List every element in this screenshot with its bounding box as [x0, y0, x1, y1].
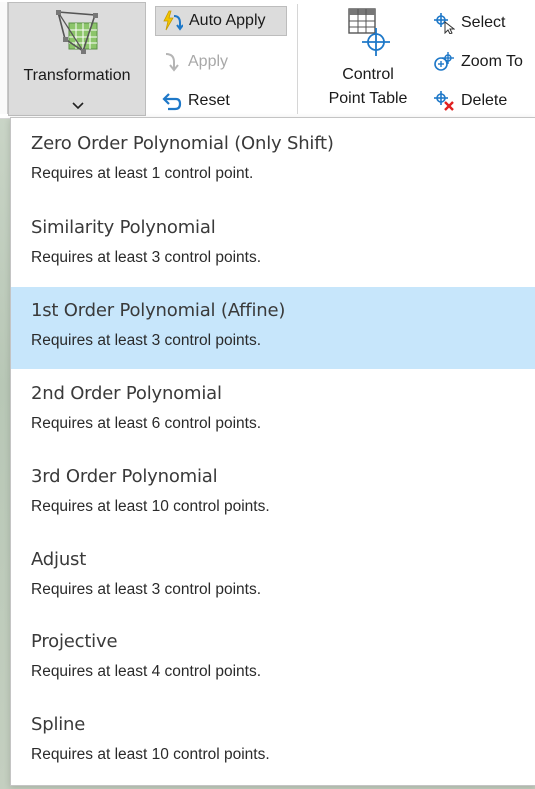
transformation-dropdown-menu: Zero Order Polynomial (Only Shift) Requi… — [10, 117, 535, 786]
menu-item-title: Similarity Polynomial — [31, 217, 216, 238]
apply-label: Apply — [188, 53, 229, 70]
menu-item-subtitle: Requires at least 10 control points. — [31, 746, 270, 763]
select-button[interactable]: Select — [428, 8, 535, 38]
transformation-grid-icon — [55, 9, 101, 60]
menu-item-subtitle: Requires at least 3 control points. — [31, 581, 262, 598]
chevron-down-icon — [72, 97, 84, 115]
menu-item-projective[interactable]: Projective Requires at least 4 control p… — [11, 618, 535, 700]
reset-button[interactable]: Reset — [155, 86, 287, 116]
menu-item-title: Zero Order Polynomial (Only Shift) — [31, 133, 334, 154]
menu-item-subtitle: Requires at least 1 control point. — [31, 165, 254, 182]
menu-item-subtitle: Requires at least 6 control points. — [31, 415, 262, 432]
menu-item-subtitle: Requires at least 4 control points. — [31, 663, 262, 680]
menu-item-zero-order-polynomial[interactable]: Zero Order Polynomial (Only Shift) Requi… — [11, 120, 535, 202]
transformation-label: Transformation — [23, 67, 131, 84]
menu-item-title: Projective — [31, 631, 118, 652]
lightning-arrow-icon — [161, 10, 183, 32]
select-label: Select — [461, 14, 506, 31]
menu-item-subtitle: Requires at least 10 control points. — [31, 498, 270, 515]
menu-item-third-order-polynomial[interactable]: 3rd Order Polynomial Requires at least 1… — [11, 453, 535, 535]
auto-apply-button[interactable]: Auto Apply — [155, 6, 287, 36]
menu-item-subtitle: Requires at least 3 control points. — [31, 249, 262, 266]
ribbon-left-edge — [0, 2, 8, 114]
menu-item-adjust[interactable]: Adjust Requires at least 3 control point… — [11, 536, 535, 618]
control-point-table-label-line1: Control — [342, 66, 394, 83]
zoom-to-button[interactable]: Zoom To — [428, 47, 535, 77]
crosshair-cursor-icon — [433, 12, 455, 34]
menu-item-first-order-polynomial[interactable]: 1st Order Polynomial (Affine) Requires a… — [11, 287, 535, 369]
ribbon-toolbar: Transformation Auto Apply Apply Reset Co… — [0, 0, 535, 119]
control-point-table-button[interactable]: Control Point Table — [322, 4, 418, 114]
menu-item-second-order-polynomial[interactable]: 2nd Order Polynomial Requires at least 6… — [11, 370, 535, 452]
menu-item-spline[interactable]: Spline Requires at least 10 control poin… — [11, 701, 535, 783]
crosshair-delete-icon — [433, 90, 455, 112]
menu-item-subtitle: Requires at least 3 control points. — [31, 332, 262, 349]
zoom-to-label: Zoom To — [461, 53, 523, 70]
zoom-crosshair-icon — [433, 51, 455, 73]
menu-item-title: 1st Order Polynomial (Affine) — [31, 300, 286, 321]
delete-button[interactable]: Delete — [428, 86, 535, 116]
menu-item-title: Spline — [31, 714, 86, 735]
transformation-button[interactable]: Transformation — [8, 2, 146, 116]
apply-button[interactable]: Apply — [155, 47, 287, 77]
menu-item-title: 3rd Order Polynomial — [31, 466, 218, 487]
curved-arrow-icon — [160, 51, 182, 73]
table-crosshair-icon — [346, 6, 392, 63]
menu-item-similarity-polynomial[interactable]: Similarity Polynomial Requires at least … — [11, 204, 535, 286]
auto-apply-label: Auto Apply — [189, 12, 266, 29]
menu-item-title: 2nd Order Polynomial — [31, 383, 222, 404]
ribbon-separator — [297, 4, 298, 114]
undo-arrow-icon — [160, 90, 182, 112]
reset-label: Reset — [188, 92, 230, 109]
control-point-table-label-line2: Point Table — [328, 90, 408, 107]
delete-label: Delete — [461, 92, 508, 109]
menu-item-title: Adjust — [31, 549, 87, 570]
